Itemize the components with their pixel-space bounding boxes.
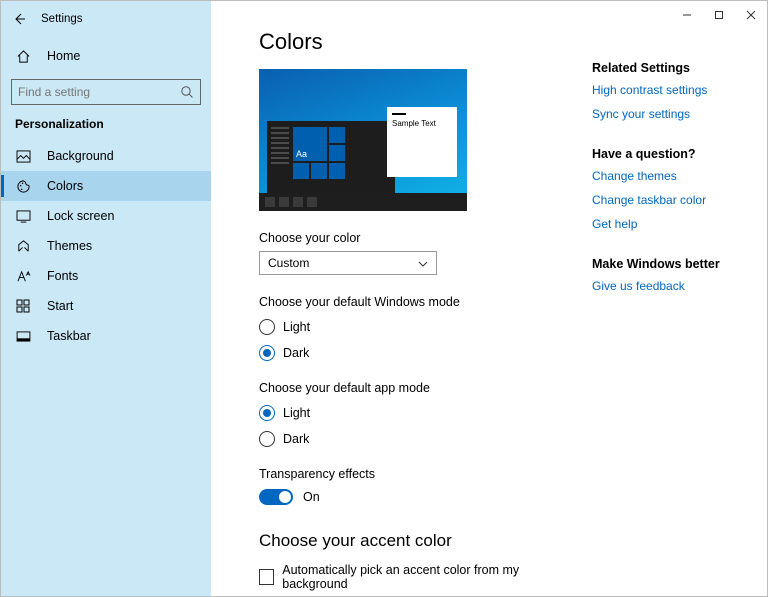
- minimize-button[interactable]: [671, 1, 703, 29]
- sidebar-item-label: Lock screen: [47, 209, 114, 223]
- sidebar-header: Settings: [1, 1, 211, 37]
- link-get-help[interactable]: Get help: [592, 217, 755, 231]
- sidebar-item-label: Themes: [47, 239, 92, 253]
- chevron-down-icon: [418, 258, 428, 268]
- radio-icon: [259, 319, 275, 335]
- sidebar-section-title: Personalization: [1, 115, 211, 141]
- picture-icon: [15, 150, 31, 163]
- minimize-icon: [682, 10, 692, 20]
- windows-mode-dark[interactable]: Dark: [259, 345, 572, 361]
- app-mode-label: Choose your default app mode: [259, 381, 572, 395]
- color-preview: Aa Sample Text: [259, 69, 467, 211]
- accent-heading: Choose your accent color: [259, 531, 572, 551]
- preview-sample-window: Sample Text: [387, 107, 457, 177]
- windows-mode-label: Choose your default Windows mode: [259, 295, 572, 309]
- titlebar-controls: [671, 1, 767, 29]
- preview-sample-text: Sample Text: [392, 119, 452, 128]
- link-give-feedback[interactable]: Give us feedback: [592, 279, 755, 293]
- link-change-taskbar-color[interactable]: Change taskbar color: [592, 193, 755, 207]
- feedback-group: Make Windows better Give us feedback: [592, 257, 755, 293]
- preview-tile-big: Aa: [293, 127, 327, 161]
- sidebar-item-label: Start: [47, 299, 73, 313]
- color-mode-value: Custom: [268, 256, 309, 270]
- sidebar-item-lockscreen[interactable]: Lock screen: [1, 201, 211, 231]
- app-mode-dark[interactable]: Dark: [259, 431, 572, 447]
- back-button[interactable]: [11, 11, 27, 27]
- question-group: Have a question? Change themes Change ta…: [592, 147, 755, 231]
- search-icon: [180, 85, 194, 99]
- sidebar-item-taskbar[interactable]: Taskbar: [1, 321, 211, 351]
- maximize-button[interactable]: [703, 1, 735, 29]
- link-change-themes[interactable]: Change themes: [592, 169, 755, 183]
- checkbox-icon: [259, 569, 274, 585]
- home-icon: [15, 49, 31, 64]
- sidebar-item-label: Fonts: [47, 269, 78, 283]
- auto-accent-label: Automatically pick an accent color from …: [282, 563, 572, 591]
- search-input[interactable]: [18, 85, 180, 99]
- radio-checked-icon: [259, 345, 275, 361]
- sidebar: Settings Home Personalization Background…: [1, 1, 211, 596]
- themes-icon: [15, 239, 31, 254]
- main-area: Colors Aa Sample Text: [211, 1, 767, 596]
- back-arrow-icon: [12, 12, 26, 26]
- maximize-icon: [714, 10, 724, 20]
- preview-start-menu: Aa: [267, 121, 395, 193]
- sidebar-item-label: Colors: [47, 179, 83, 193]
- close-button[interactable]: [735, 1, 767, 29]
- taskbar-icon: [15, 331, 31, 342]
- sidebar-item-background[interactable]: Background: [1, 141, 211, 171]
- sidebar-item-colors[interactable]: Colors: [1, 171, 211, 201]
- transparency-toggle-row: On: [259, 489, 572, 505]
- sidebar-item-fonts[interactable]: Fonts: [1, 261, 211, 291]
- choose-color-label: Choose your color: [259, 231, 572, 245]
- auto-accent-checkbox-row[interactable]: Automatically pick an accent color from …: [259, 563, 572, 591]
- transparency-label: Transparency effects: [259, 467, 572, 481]
- sidebar-item-label: Taskbar: [47, 329, 91, 343]
- sidebar-item-start[interactable]: Start: [1, 291, 211, 321]
- aside: Related Settings High contrast settings …: [592, 1, 767, 596]
- better-title: Make Windows better: [592, 257, 755, 271]
- fonts-icon: [15, 270, 31, 283]
- settings-window: Settings Home Personalization Background…: [0, 0, 768, 597]
- radio-checked-icon: [259, 405, 275, 421]
- radio-icon: [259, 431, 275, 447]
- content: Colors Aa Sample Text: [211, 1, 592, 596]
- radio-label: Light: [283, 406, 310, 420]
- link-sync-settings[interactable]: Sync your settings: [592, 107, 755, 121]
- search-input-wrap[interactable]: [11, 79, 201, 105]
- related-settings-title: Related Settings: [592, 61, 755, 75]
- link-high-contrast[interactable]: High contrast settings: [592, 83, 755, 97]
- preview-taskbar: [259, 193, 467, 211]
- app-title: Settings: [41, 13, 83, 25]
- related-settings-group: Related Settings High contrast settings …: [592, 61, 755, 121]
- sidebar-item-label: Background: [47, 149, 114, 163]
- app-mode-light[interactable]: Light: [259, 405, 572, 421]
- transparency-toggle[interactable]: [259, 489, 293, 505]
- color-mode-select[interactable]: Custom: [259, 251, 437, 275]
- transparency-state: On: [303, 490, 320, 504]
- radio-label: Dark: [283, 346, 309, 360]
- windows-mode-light[interactable]: Light: [259, 319, 572, 335]
- question-title: Have a question?: [592, 147, 755, 161]
- sidebar-item-themes[interactable]: Themes: [1, 231, 211, 261]
- radio-label: Dark: [283, 432, 309, 446]
- search-container: [1, 71, 211, 115]
- home-label: Home: [47, 49, 80, 63]
- home-button[interactable]: Home: [1, 41, 211, 71]
- lockscreen-icon: [15, 210, 31, 223]
- page-title: Colors: [259, 29, 572, 55]
- radio-label: Light: [283, 320, 310, 334]
- palette-icon: [15, 179, 31, 194]
- close-icon: [746, 10, 756, 20]
- start-icon: [15, 299, 31, 313]
